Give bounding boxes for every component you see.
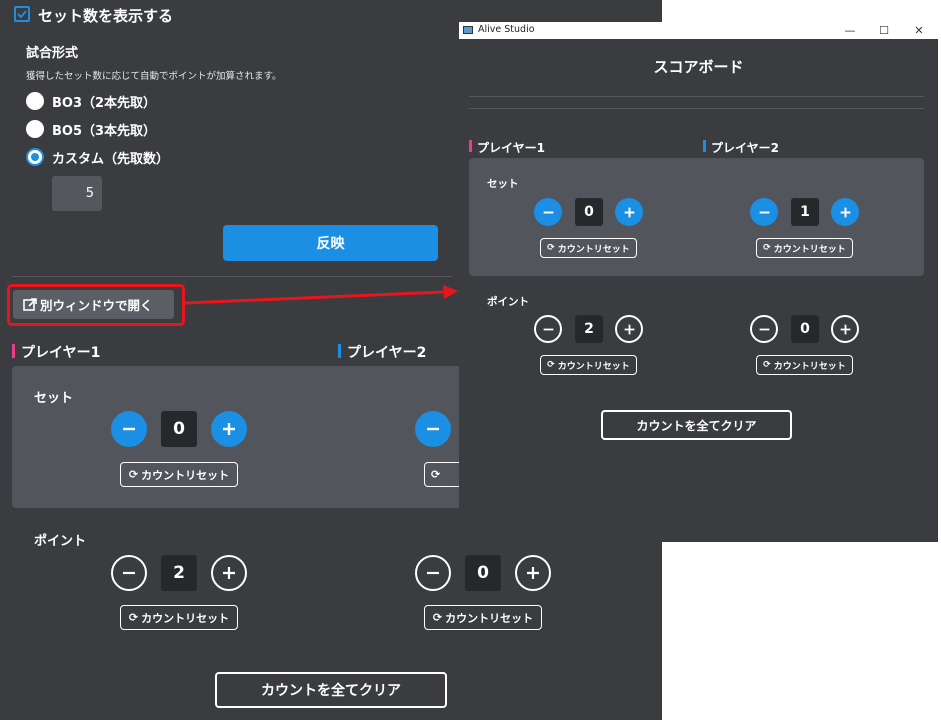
reset-label: カウントリセット [557,244,630,255]
reset-icon: ⟳ [763,243,771,253]
reset-icon: ⟳ [547,360,555,370]
clear-all-button[interactable]: カウントを全てクリア [601,410,792,440]
player2-color-bar [703,140,706,152]
p2-set-minus-button[interactable] [750,198,778,226]
scoreboard-heading: スコアボード [653,58,744,76]
p1-set-reset-button[interactable]: ⟳ カウントリセット [540,238,637,258]
plus-icon [624,324,634,334]
p1-point-minus-button[interactable] [534,315,562,343]
p2-set-plus-button[interactable] [831,198,859,226]
player1-title: プレイヤー1 [477,141,545,155]
player2-title: プレイヤー2 [711,141,779,155]
minus-icon [759,328,769,330]
reset-icon: ⟳ [763,360,771,370]
p2-point-plus-button[interactable] [831,315,859,343]
p2-point-reset-button[interactable]: ⟳ カウントリセット [756,355,853,375]
set-label: セット [487,178,519,190]
p1-set-value: 0 [575,198,603,226]
p2-set-reset-button[interactable]: ⟳ カウントリセット [756,238,853,258]
p2-point-value: 0 [791,315,819,343]
player1-color-bar [469,140,472,152]
p1-set-plus-button[interactable] [615,198,643,226]
p1-point-plus-button[interactable] [615,315,643,343]
close-icon[interactable]: ✕ [904,22,934,39]
minus-icon [543,211,553,213]
reset-label: カウントリセット [773,361,846,372]
reset-label: カウントリセット [773,244,846,255]
reset-label: カウントリセット [557,361,630,372]
p2-set-value: 1 [791,198,819,226]
p1-set-minus-button[interactable] [534,198,562,226]
minus-icon [759,211,769,213]
p1-point-reset-button[interactable]: ⟳ カウントリセット [540,355,637,375]
plus-icon [840,324,850,334]
divider [469,96,924,97]
maximize-icon[interactable]: ☐ [869,22,899,39]
app-icon [463,26,473,34]
plus-icon [624,207,634,217]
divider [469,108,924,109]
window-title: Alive Studio [478,24,535,35]
plus-icon [840,207,850,217]
point-label: ポイント [487,296,529,308]
p2-point-minus-button[interactable] [750,315,778,343]
minus-icon [543,328,553,330]
reset-icon: ⟳ [547,243,555,253]
window-titlebar: Alive Studio — ☐ ✕ [459,22,938,39]
p1-point-value: 2 [575,315,603,343]
minimize-icon[interactable]: — [835,22,865,39]
scoreboard-window: Alive Studio — ☐ ✕ スコアボード プレイヤー1 プレイヤー2 … [459,22,938,542]
